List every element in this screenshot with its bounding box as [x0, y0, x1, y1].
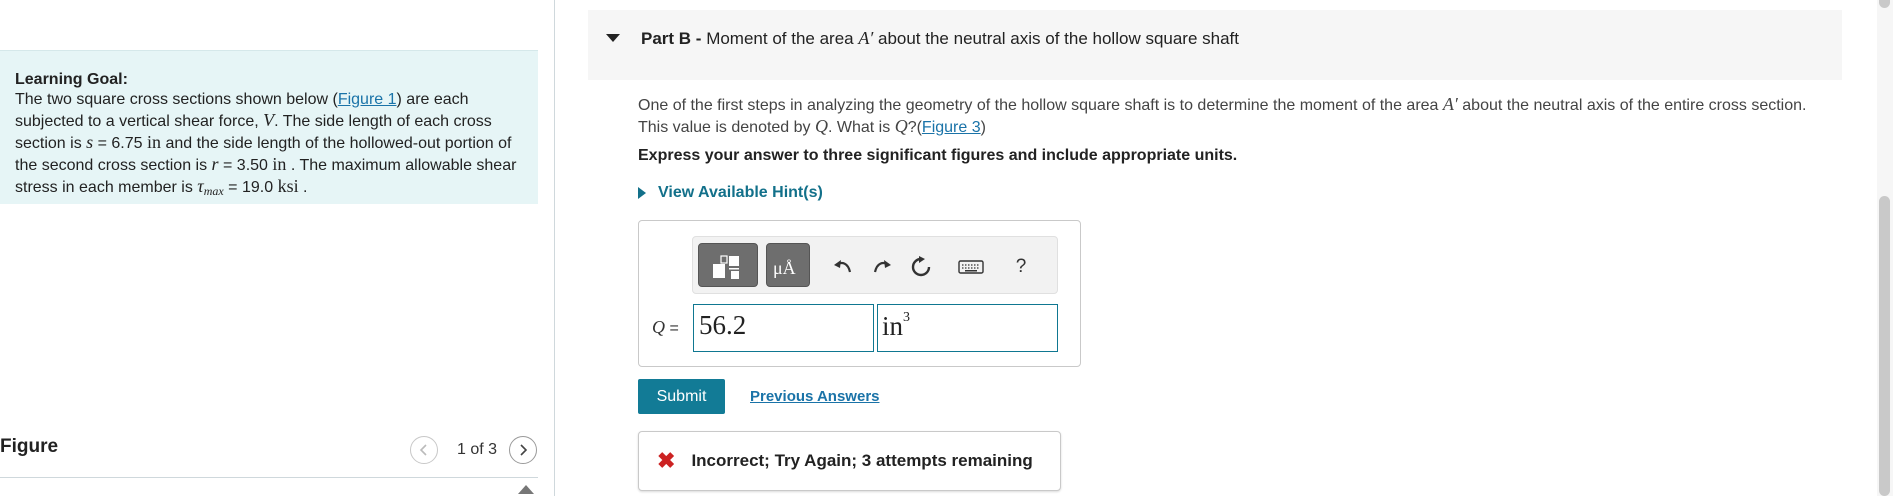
math-toolbar: μÅ ?: [692, 236, 1058, 294]
part-b-prefix: Part B: [641, 29, 692, 48]
learning-goal-box: Learning Goal: The two square cross sect…: [0, 50, 538, 204]
r-value: = 3.50: [218, 157, 273, 174]
answer-unit-exponent: 3: [903, 310, 911, 325]
question-part: ?(: [907, 119, 922, 136]
figure-pager: 1 of 3: [410, 436, 538, 464]
question-part: One of the first steps in analyzing the …: [638, 97, 1443, 114]
vertical-scrollbar[interactable]: [1877, 0, 1893, 496]
figure-page-indicator: 1 of 3: [457, 441, 498, 458]
q-symbol: Q: [815, 116, 828, 136]
tau-value: = 19.0: [223, 179, 278, 196]
feedback-message: Incorrect; Try Again; 3 attempts remaini…: [691, 451, 1033, 470]
answer-unit-text: in: [882, 311, 904, 341]
help-button[interactable]: ?: [1007, 253, 1035, 281]
s-unit: in: [146, 132, 161, 152]
r-unit: in: [272, 154, 287, 174]
q-symbol: Q: [894, 116, 908, 136]
view-hints-toggle[interactable]: View Available Hint(s): [638, 184, 823, 202]
equals-sign: =: [665, 320, 679, 337]
previous-figure-button[interactable]: [410, 436, 438, 464]
q-symbol: Q: [652, 317, 665, 337]
answer-value-text: 56.2: [699, 310, 747, 340]
keyboard-button[interactable]: [957, 253, 985, 281]
chevron-left-icon: [419, 444, 427, 456]
question-part: ): [980, 119, 986, 136]
page: Learning Goal: The two square cross sect…: [0, 0, 1893, 496]
answer-value-input[interactable]: 56.2: [693, 304, 874, 352]
shear-symbol: V: [263, 110, 275, 130]
learning-goal-text: The two square cross sections shown belo…: [15, 91, 516, 198]
undo-icon: [834, 260, 852, 273]
s-value: = 6.75: [93, 135, 147, 152]
learning-goal-title: Learning Goal:: [15, 71, 128, 88]
answer-label: Q =: [652, 317, 679, 338]
area-symbol: A′: [1442, 94, 1458, 114]
redo-icon: [873, 260, 891, 273]
keyboard-icon: [958, 260, 984, 274]
answer-unit-input[interactable]: in3: [877, 304, 1058, 352]
answer-instruction: Express your answer to three significant…: [638, 147, 1238, 164]
templates-button[interactable]: [698, 243, 758, 287]
part-b-header[interactable]: Part B - Moment of the area A′ about the…: [588, 10, 1842, 80]
part-b-dash: -: [691, 29, 707, 48]
goal-text-part: The two square cross sections shown belo…: [15, 91, 338, 108]
question-part: . What is: [828, 119, 895, 136]
units-label: μÅ: [773, 258, 796, 278]
submit-button[interactable]: Submit: [638, 379, 725, 414]
part-title-text: Moment of the area: [706, 29, 859, 48]
figure-3-link[interactable]: Figure 3: [922, 119, 981, 136]
tau-subscript: max: [203, 184, 224, 198]
scroll-up-icon[interactable]: [518, 485, 534, 494]
scrollbar-top-thumb: [1879, 0, 1890, 8]
redo-button[interactable]: [868, 253, 896, 281]
templates-icon: [713, 255, 739, 279]
feedback-box: ✖ Incorrect; Try Again; 3 attempts remai…: [638, 431, 1061, 491]
scrollbar-thumb[interactable]: [1879, 196, 1890, 496]
part-b-title: Part B - Moment of the area A′ about the…: [641, 28, 1239, 49]
answer-box: μÅ ? Q = 56.2 in3: [638, 220, 1081, 367]
previous-answers-link[interactable]: Previous Answers: [750, 388, 880, 405]
figure-1-link[interactable]: Figure 1: [338, 91, 397, 108]
view-hints-label: View Available Hint(s): [658, 184, 823, 201]
left-panel: Learning Goal: The two square cross sect…: [0, 0, 555, 496]
area-symbol: A′: [858, 28, 874, 48]
reset-button[interactable]: [907, 253, 935, 281]
figure-label: Figure: [0, 436, 59, 457]
incorrect-x-icon: ✖: [657, 448, 676, 473]
goal-text-part: .: [298, 179, 308, 196]
help-icon: ?: [1015, 256, 1027, 277]
undo-button[interactable]: [829, 253, 857, 281]
next-figure-button[interactable]: [509, 436, 538, 464]
question-text: One of the first steps in analyzing the …: [638, 94, 1838, 138]
expand-triangle-icon: [638, 187, 646, 199]
part-title-text: about the neutral axis of the hollow squ…: [873, 29, 1239, 48]
tau-unit: ksi: [277, 176, 299, 196]
figure-header: Figure 1 of 3: [0, 432, 538, 478]
reset-icon: [911, 256, 931, 277]
units-button[interactable]: μÅ: [766, 243, 810, 287]
chevron-right-icon: [520, 444, 528, 456]
collapse-caret-icon[interactable]: [606, 34, 620, 42]
r-symbol: r: [211, 154, 219, 174]
